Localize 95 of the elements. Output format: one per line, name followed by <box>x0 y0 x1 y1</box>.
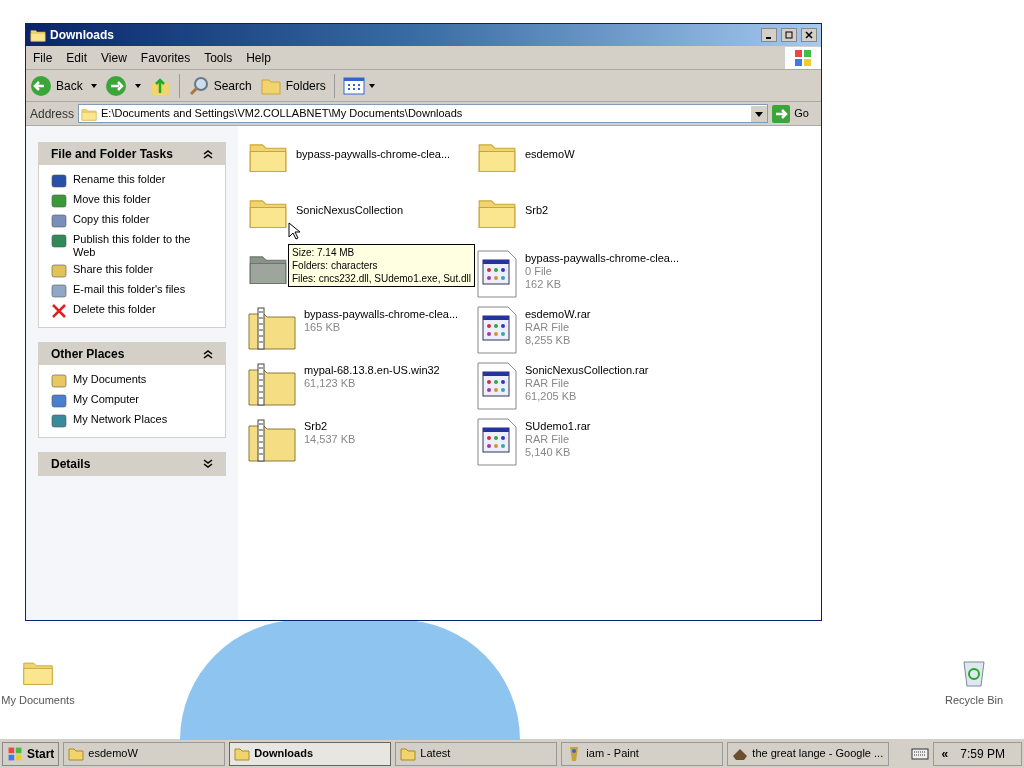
search-button[interactable]: Search <box>187 74 252 97</box>
close-icon[interactable] <box>801 28 817 42</box>
taskbar-button[interactable]: the great lange - Google ... <box>727 741 890 766</box>
file-name: Srb2 <box>304 420 329 433</box>
back-button[interactable]: Back <box>30 74 83 97</box>
windows-logo-icon <box>7 745 23 762</box>
clock: 7:59 PM <box>960 745 1006 763</box>
task-link[interactable]: My Network Places <box>73 413 168 426</box>
file-name: mypal-68.13.8.en-US.win32 <box>304 364 440 377</box>
keyboard-icon[interactable] <box>910 747 929 760</box>
file-name: bypass-paywalls-chrome-clea... <box>525 252 680 265</box>
taskbar-button[interactable]: iam - Paint <box>561 741 724 766</box>
maximize-icon[interactable] <box>781 28 797 42</box>
file-type: RAR File <box>525 377 570 390</box>
file-item[interactable] <box>477 306 517 354</box>
tooltip-line: Folders: characters <box>292 259 379 272</box>
file-name: esdemoW <box>525 148 575 161</box>
file-type: 0 File <box>525 265 553 278</box>
menu-item[interactable]: File <box>26 48 60 67</box>
caret-icon <box>368 83 375 88</box>
file-icon <box>477 250 517 298</box>
menu-item[interactable]: Edit <box>59 48 95 67</box>
zipped-folder-icon <box>248 306 296 350</box>
window-title: Downloads <box>50 27 114 44</box>
zipped-folder-icon <box>248 418 296 462</box>
file-name: Srb2 <box>525 204 549 217</box>
folder-icon <box>400 745 417 762</box>
folder-icon <box>234 745 251 762</box>
delete-x-icon <box>51 303 67 319</box>
menu-item[interactable]: Tools <box>197 48 240 67</box>
title-folder-icon <box>30 27 46 43</box>
file-name: SUdemo1.rar <box>525 420 591 433</box>
folders-button[interactable]: Folders <box>259 74 326 97</box>
desktop-icon-label[interactable]: Recycle Bin <box>944 692 1004 709</box>
file-size: 165 KB <box>304 321 342 334</box>
file-name: esdemoW.rar <box>525 308 591 321</box>
zipped-folder-icon <box>248 362 296 406</box>
file-item[interactable] <box>477 362 517 410</box>
start-button[interactable]: Start <box>2 741 60 766</box>
minimize-icon[interactable] <box>761 28 777 42</box>
desktop-icon-label[interactable]: My Documents <box>1 692 75 709</box>
task-link[interactable]: Rename this folder <box>73 173 166 186</box>
task-link[interactable]: Delete this folder <box>73 303 156 316</box>
address-field[interactable]: E:\Documents and Settings\VM2.COLLABNET\My Documents\Downloads <box>78 104 769 123</box>
archive-file-icon <box>477 362 517 410</box>
task-link[interactable]: Publish this folder to the Web <box>73 233 213 259</box>
file-name: bypass-paywalls-chrome-clea... <box>296 148 451 161</box>
taskbar-button[interactable]: Downloads <box>229 741 392 766</box>
menu-item[interactable]: Help <box>239 48 278 67</box>
task-link[interactable]: E-mail this folder's files <box>73 283 186 296</box>
collapse-chevron-icon[interactable] <box>203 349 213 359</box>
panel-header[interactable]: Other Places <box>39 343 225 365</box>
address-text: E:\Documents and Settings\VM2.COLLABNET\My Documents\Downloads <box>101 106 464 122</box>
file-name: SonicNexusCollection <box>296 204 403 217</box>
archive-file-icon <box>477 418 517 466</box>
file-item[interactable] <box>477 418 517 466</box>
expand-chevron-icon[interactable] <box>203 459 213 469</box>
panel-title: Other Places <box>51 346 125 363</box>
file-size: 8,255 KB <box>525 334 572 347</box>
dropdown-arrow-icon[interactable] <box>134 83 141 88</box>
show-hidden-icons-button[interactable]: « <box>941 744 949 763</box>
file-type: RAR File <box>525 433 570 446</box>
search-icon <box>187 74 210 97</box>
task-link[interactable]: Copy this folder <box>73 213 150 226</box>
file-size: 162 KB <box>525 278 563 291</box>
file-name: bypass-paywalls-chrome-clea... <box>304 308 459 321</box>
file-item[interactable] <box>477 250 517 298</box>
task-link[interactable]: Share this folder <box>73 263 154 276</box>
tooltip-line: Size: 7.14 MB <box>292 246 356 259</box>
taskbar-button[interactable]: Latest <box>395 741 558 766</box>
file-name: SonicNexusCollection.rar <box>525 364 649 377</box>
file-size: 61,123 KB <box>304 377 357 390</box>
panel-header[interactable]: Details <box>39 453 225 475</box>
file-size: 14,537 KB <box>304 433 356 446</box>
dropdown-arrow-icon[interactable] <box>90 83 97 88</box>
archive-file-icon <box>477 306 517 354</box>
file-size: 61,205 KB <box>525 390 578 403</box>
tooltip-line: Files: cncs232.dll, SUdemo1.exe, Sut.dll <box>292 272 471 285</box>
file-size: 5,140 KB <box>525 446 572 459</box>
task-link[interactable]: Move this folder <box>73 193 151 206</box>
menu-item[interactable]: View <box>94 48 134 67</box>
taskbar-button[interactable]: esdemoW <box>63 741 226 766</box>
task-link[interactable]: My Documents <box>73 373 147 386</box>
panel-header[interactable]: File and Folder Tasks <box>39 143 225 165</box>
mouse-pointer-icon <box>288 222 300 240</box>
menu-item[interactable]: Favorites <box>133 48 198 67</box>
file-type: RAR File <box>525 321 570 334</box>
panel-title: Details <box>51 456 91 473</box>
go-button[interactable]: Go <box>772 104 817 123</box>
task-link[interactable]: My Computer <box>73 393 140 406</box>
views-button[interactable] <box>342 76 375 95</box>
address-label: Address <box>30 105 75 123</box>
panel-title: File and Folder Tasks <box>51 146 173 163</box>
folder-icon <box>68 745 85 762</box>
collapse-chevron-icon[interactable] <box>203 149 213 159</box>
